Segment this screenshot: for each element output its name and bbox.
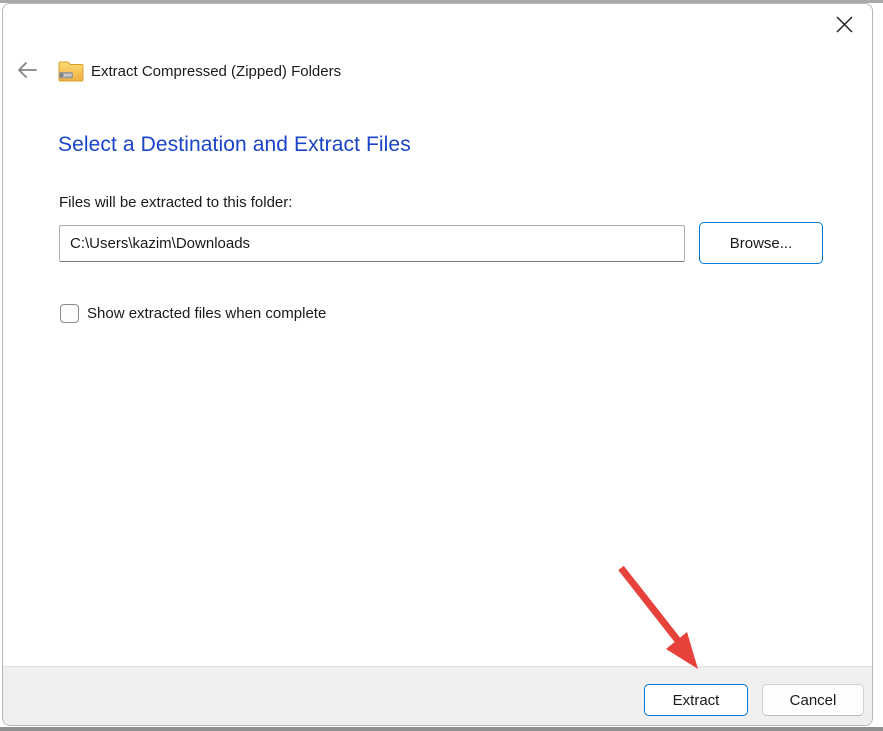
- cancel-button[interactable]: Cancel: [762, 684, 864, 716]
- destination-path-input[interactable]: [59, 225, 685, 262]
- back-arrow-icon: [16, 60, 38, 83]
- close-button[interactable]: [828, 10, 860, 42]
- red-arrow-annotation: [604, 554, 714, 676]
- close-icon: [835, 15, 854, 37]
- show-files-option: Show extracted files when complete: [60, 304, 326, 323]
- extract-dialog-window: Extract Compressed (Zipped) Folders Sele…: [2, 3, 873, 726]
- show-files-checkbox[interactable]: [60, 304, 79, 323]
- dialog-header: Extract Compressed (Zipped) Folders: [15, 59, 341, 83]
- back-button[interactable]: [15, 59, 39, 83]
- show-files-checkbox-label: Show extracted files when complete: [87, 305, 327, 322]
- dialog-title: Extract Compressed (Zipped) Folders: [91, 62, 342, 80]
- browse-button[interactable]: Browse...: [699, 222, 823, 264]
- wizard-heading: Select a Destination and Extract Files: [58, 133, 411, 156]
- zipped-folder-icon: [58, 60, 84, 83]
- extract-button[interactable]: Extract: [644, 684, 748, 716]
- destination-label: Files will be extracted to this folder:: [59, 194, 293, 211]
- dialog-footer: Extract Cancel: [3, 666, 872, 725]
- background-window-edge-bottom: [0, 727, 883, 731]
